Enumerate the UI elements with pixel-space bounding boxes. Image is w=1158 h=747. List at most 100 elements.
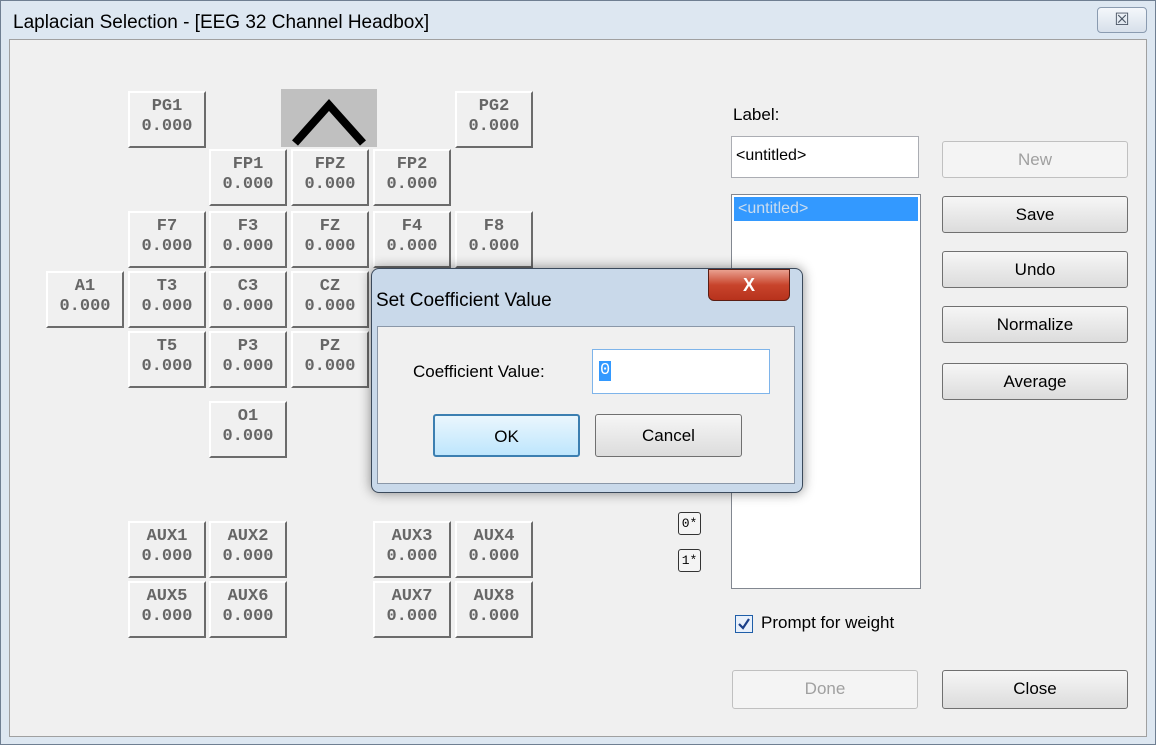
electrode-name: PZ — [319, 337, 341, 356]
electrode-value: 0.000 — [222, 237, 274, 256]
title-bar: Laplacian Selection - [EEG 32 Channel He… — [1, 1, 1155, 39]
nose-indicator — [281, 89, 377, 147]
close-button[interactable]: Close — [942, 670, 1128, 709]
dialog-title: Set Coefficient Value — [376, 290, 552, 311]
electrode-name: AUX6 — [227, 587, 269, 606]
electrode-name: FPZ — [314, 155, 346, 174]
coefficient-value-input[interactable]: 0 — [592, 349, 770, 394]
electrode-t3[interactable]: T3 0.000 — [128, 271, 206, 328]
electrode-cz[interactable]: CZ 0.000 — [291, 271, 369, 328]
electrode-name: AUX8 — [473, 587, 515, 606]
electrode-name: O1 — [237, 407, 259, 426]
dialog-close-button[interactable]: X — [708, 269, 790, 301]
list-item[interactable]: <untitled> — [734, 197, 918, 221]
electrode-name: AUX2 — [227, 527, 269, 546]
electrode-value: 0.000 — [468, 607, 520, 626]
electrode-p3[interactable]: P3 0.000 — [209, 331, 287, 388]
electrode-name: FZ — [319, 217, 341, 236]
label-input[interactable]: <untitled> — [731, 136, 919, 178]
electrode-t5[interactable]: T5 0.000 — [128, 331, 206, 388]
electrode-value: 0.000 — [141, 117, 193, 136]
electrode-name: P3 — [237, 337, 259, 356]
label-input-value: <untitled> — [736, 147, 807, 164]
electrode-c3[interactable]: C3 0.000 — [209, 271, 287, 328]
electrode-name: AUX7 — [391, 587, 433, 606]
electrode-value: 0.000 — [222, 175, 274, 194]
window-title: Laplacian Selection - [EEG 32 Channel He… — [13, 12, 430, 33]
electrode-f7[interactable]: F7 0.000 — [128, 211, 206, 268]
close-icon: ☒ — [1114, 10, 1130, 29]
electrode-pg2[interactable]: PG2 0.000 — [455, 91, 533, 148]
checkmark-icon — [738, 618, 750, 630]
undo-button[interactable]: Undo — [942, 251, 1128, 288]
electrode-value: 0.000 — [222, 297, 274, 316]
electrode-pz[interactable]: PZ 0.000 — [291, 331, 369, 388]
electrode-aux2[interactable]: AUX2 0.000 — [209, 521, 287, 578]
new-button[interactable]: New — [942, 141, 1128, 178]
electrode-name: F3 — [237, 217, 259, 236]
done-button[interactable]: Done — [732, 670, 918, 709]
electrode-value: 0.000 — [386, 547, 438, 566]
electrode-value: 0.000 — [468, 117, 520, 136]
electrode-aux5[interactable]: AUX5 0.000 — [128, 581, 206, 638]
coefficient-value-text: 0 — [599, 361, 612, 381]
electrode-value: 0.000 — [222, 357, 274, 376]
normalize-button[interactable]: Normalize — [942, 306, 1128, 343]
electrode-aux4[interactable]: AUX4 0.000 — [455, 521, 533, 578]
ok-button[interactable]: OK — [433, 414, 580, 457]
up-caret-icon — [292, 99, 366, 146]
electrode-pg1[interactable]: PG1 0.000 — [128, 91, 206, 148]
electrode-value: 0.000 — [141, 607, 193, 626]
set-coefficient-dialog: Set Coefficient Value X Coefficient Valu… — [371, 268, 803, 493]
electrode-aux3[interactable]: AUX3 0.000 — [373, 521, 451, 578]
electrode-name: PG2 — [478, 97, 510, 116]
set-one-button[interactable]: 1* — [678, 549, 701, 572]
electrode-f4[interactable]: F4 0.000 — [373, 211, 451, 268]
electrode-value: 0.000 — [304, 297, 356, 316]
electrode-aux8[interactable]: AUX8 0.000 — [455, 581, 533, 638]
electrode-fpz[interactable]: FPZ 0.000 — [291, 149, 369, 206]
average-button[interactable]: Average — [942, 363, 1128, 400]
electrode-name: F4 — [401, 217, 423, 236]
set-zero-button[interactable]: 0* — [678, 512, 701, 535]
dialog-client-area: Coefficient Value: 0 OK Cancel — [377, 326, 795, 484]
electrode-name: FP1 — [232, 155, 264, 174]
close-icon: X — [742, 275, 755, 295]
electrode-fp1[interactable]: FP1 0.000 — [209, 149, 287, 206]
electrode-name: T3 — [156, 277, 178, 296]
save-button[interactable]: Save — [942, 196, 1128, 233]
electrode-name: AUX1 — [146, 527, 188, 546]
electrode-value: 0.000 — [304, 357, 356, 376]
electrode-f3[interactable]: F3 0.000 — [209, 211, 287, 268]
electrode-name: A1 — [74, 277, 96, 296]
electrode-o1[interactable]: O1 0.000 — [209, 401, 287, 458]
electrode-value: 0.000 — [304, 237, 356, 256]
electrode-value: 0.000 — [59, 297, 111, 316]
electrode-value: 0.000 — [222, 547, 274, 566]
cancel-button[interactable]: Cancel — [595, 414, 742, 457]
electrode-aux7[interactable]: AUX7 0.000 — [373, 581, 451, 638]
electrode-a1[interactable]: A1 0.000 — [46, 271, 124, 328]
electrode-value: 0.000 — [386, 607, 438, 626]
electrode-fp2[interactable]: FP2 0.000 — [373, 149, 451, 206]
electrode-value: 0.000 — [304, 175, 356, 194]
electrode-name: CZ — [319, 277, 341, 296]
electrode-value: 0.000 — [141, 237, 193, 256]
laplacian-selection-window: Laplacian Selection - [EEG 32 Channel He… — [0, 0, 1156, 745]
electrode-value: 0.000 — [141, 297, 193, 316]
electrode-name: T5 — [156, 337, 178, 356]
window-close-button[interactable]: ☒ — [1097, 7, 1147, 33]
electrode-aux6[interactable]: AUX6 0.000 — [209, 581, 287, 638]
electrode-value: 0.000 — [386, 237, 438, 256]
electrode-name: AUX4 — [473, 527, 515, 546]
electrode-name: F8 — [483, 217, 505, 236]
electrode-name: FP2 — [396, 155, 428, 174]
coefficient-value-label: Coefficient Value: — [413, 362, 545, 381]
electrode-name: F7 — [156, 217, 178, 236]
electrode-value: 0.000 — [468, 547, 520, 566]
electrode-name: AUX3 — [391, 527, 433, 546]
prompt-for-weight-checkbox[interactable] — [735, 615, 753, 633]
electrode-aux1[interactable]: AUX1 0.000 — [128, 521, 206, 578]
electrode-f8[interactable]: F8 0.000 — [455, 211, 533, 268]
electrode-fz[interactable]: FZ 0.000 — [291, 211, 369, 268]
